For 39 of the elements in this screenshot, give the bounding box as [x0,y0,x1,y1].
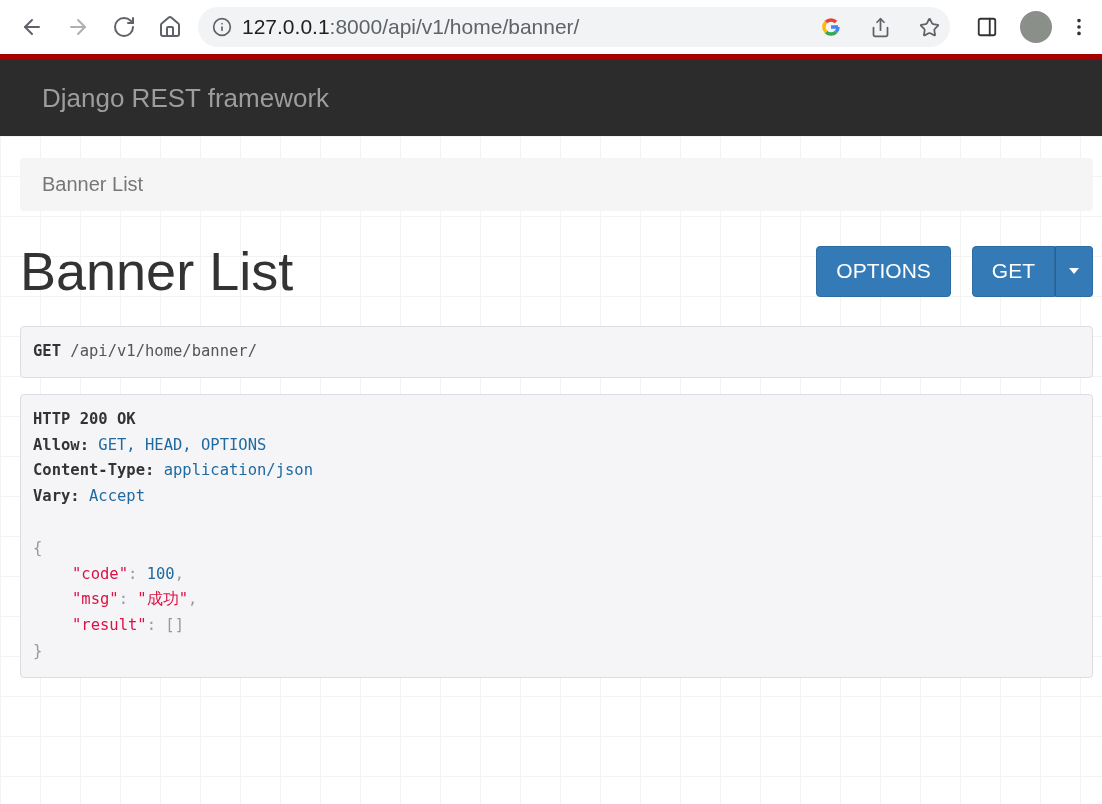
home-icon [158,15,182,39]
header-name: Content-Type: [33,461,155,480]
breadcrumb-item: Banner List [42,173,144,196]
header-value: application/json [163,461,313,480]
avatar-icon[interactable] [1020,11,1052,43]
url-text: 127.0.0.1:8000/api/v1/home/banner/ [242,15,581,39]
options-button[interactable]: OPTIONS [816,245,951,297]
share-icon[interactable] [870,16,891,38]
request-path: /api/v1/home/banner/ [70,342,257,360]
page-title: Banner List [20,240,294,302]
google-logo-icon[interactable] [820,16,842,38]
dropdown-toggle[interactable] [1055,245,1093,297]
json-value: "成功" [137,590,189,609]
json-colon: : [146,616,156,635]
header-value: GET, HEAD, OPTIONS [98,435,267,454]
status-line: HTTP 200 OK [33,409,136,428]
address-bar[interactable]: 127.0.0.1:8000/api/v1/home/banner/ [198,7,950,47]
side-panel-icon[interactable] [976,16,998,38]
brand-link[interactable]: Django REST framework [42,82,330,114]
caret-icon [1069,268,1079,274]
json-brace: } [33,641,43,660]
header-name: Vary: [33,487,80,506]
header-value: Accept [89,487,145,506]
header-name: Allow: [33,435,89,454]
json-colon: : [118,590,128,609]
info-icon[interactable] [212,17,232,37]
json-key: "code" [72,564,128,583]
star-icon[interactable] [919,16,940,38]
reload-icon [112,15,136,39]
json-value: 100 [146,564,175,583]
json-key: "result" [72,616,147,635]
json-comma: , [188,590,198,609]
get-button[interactable]: GET [971,245,1055,297]
request-method: GET [33,342,61,360]
json-colon: : [128,564,138,583]
json-value: [] [165,616,184,635]
json-brace: { [33,538,43,557]
json-key: "msg" [72,590,119,609]
json-comma: , [174,564,185,583]
